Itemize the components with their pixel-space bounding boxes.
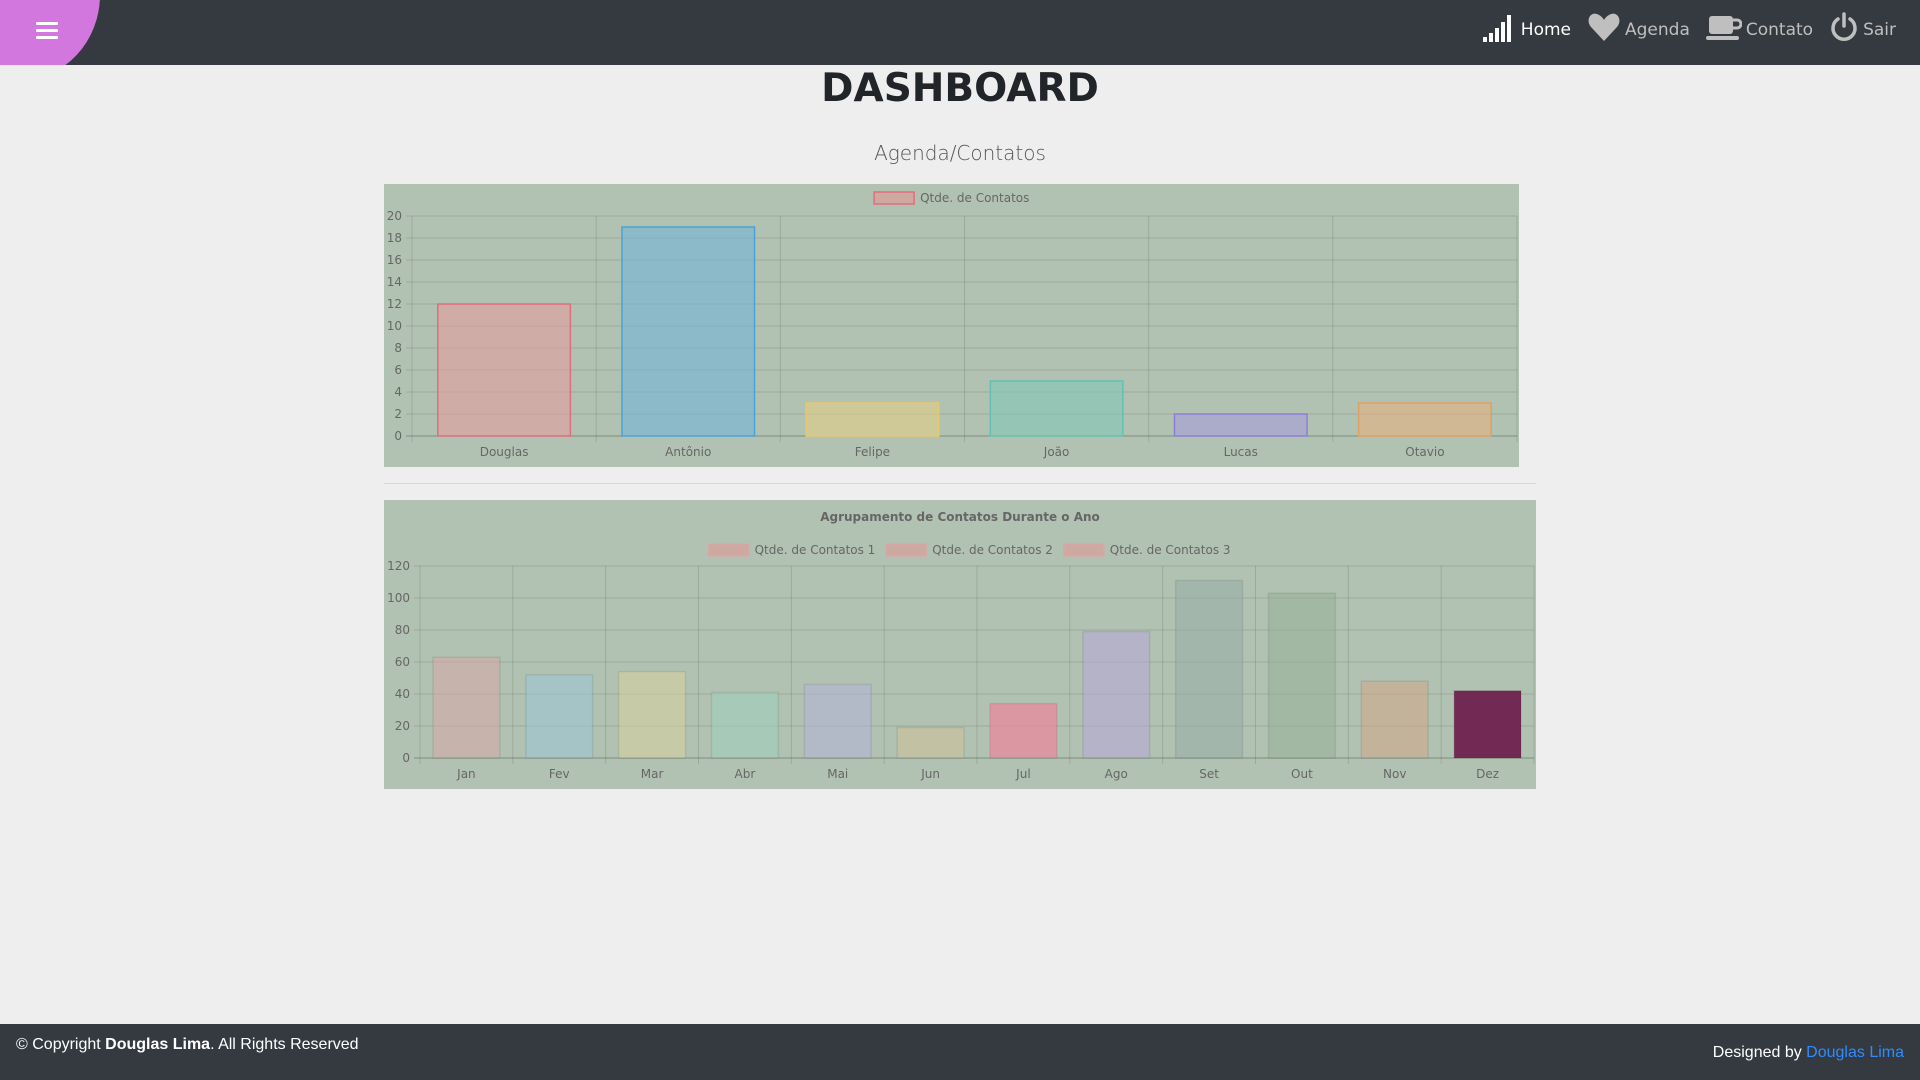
chart-title: Agrupamento de Contatos Durante o Ano [820, 510, 1100, 524]
footer: © Copyright Douglas Lima. All Rights Res… [0, 1024, 1920, 1080]
y-tick-label: 80 [395, 623, 410, 637]
footer-copyright: © Copyright Douglas Lima. All Rights Res… [16, 1036, 359, 1054]
x-tick-label: Set [1199, 767, 1219, 781]
nav-sair-label: Sair [1863, 20, 1896, 40]
y-tick-label: 4 [394, 385, 402, 399]
footer-credits: Designed by Douglas Lima [1713, 1044, 1904, 1062]
coffee-cup-icon [1705, 16, 1742, 40]
x-tick-label: João [1043, 445, 1070, 459]
legend-label: Qtde. de Contatos [920, 191, 1029, 205]
nav-home-label: Home [1520, 20, 1571, 40]
y-tick-label: 20 [387, 209, 402, 223]
nav-agenda[interactable]: Agenda [1587, 12, 1690, 42]
nav-contato[interactable]: Contato [1705, 12, 1814, 42]
contacts-per-person-chart: Qtde. de Contatos 0 2 4 6 8 10 12 14 16 18 20 Dougla… [384, 184, 1519, 467]
page-subtitle: Agenda/Contatos [874, 141, 1046, 165]
copyright-rights: . All Rights Reserved [210, 1036, 359, 1053]
y-tick-label: 40 [395, 687, 410, 701]
bar [1174, 579, 1244, 759]
x-tick-label: Dez [1476, 767, 1499, 781]
x-tick-label: Mar [641, 767, 664, 781]
bar [1173, 413, 1308, 437]
y-tick-label: 0 [394, 429, 402, 443]
hamburger-icon[interactable] [36, 22, 58, 40]
main-nav: Home Agenda Contato Sair [1482, 12, 1896, 42]
nav-home[interactable]: Home [1482, 12, 1571, 42]
x-tick-label: Jun [920, 767, 940, 781]
x-tick-label: Antônio [665, 445, 711, 459]
copyright-owner: Douglas Lima [105, 1036, 211, 1053]
bar [621, 226, 756, 437]
legend-swatch [1063, 543, 1105, 557]
copyright-prefix: © Copyright [16, 1036, 106, 1053]
legend-label: Qtde. de Contatos 3 [1110, 543, 1231, 557]
bar [805, 402, 940, 437]
nav-agenda-label: Agenda [1625, 20, 1690, 40]
x-tick-label: Out [1291, 767, 1313, 781]
y-tick-label: 18 [387, 231, 402, 245]
y-tick-label: 6 [394, 363, 402, 377]
x-tick-label: Fev [549, 767, 570, 781]
x-tick-label: Jan [456, 767, 476, 781]
y-tick-label: 100 [387, 591, 410, 605]
x-tick-label: Otavio [1405, 445, 1444, 459]
bar [437, 303, 572, 437]
top-navbar: Home Agenda Contato Sair [0, 0, 1920, 65]
y-tick-label: 2 [394, 407, 402, 421]
y-tick-label: 0 [402, 751, 410, 765]
nav-contato-label: Contato [1745, 20, 1814, 40]
bar [896, 726, 965, 759]
bar [1360, 680, 1429, 759]
y-tick-label: 120 [387, 559, 410, 573]
y-tick-label: 10 [387, 319, 402, 333]
legend-swatch [873, 191, 915, 205]
bar [710, 691, 780, 759]
bar [1267, 592, 1337, 759]
legend-swatch [707, 543, 750, 557]
bar [525, 674, 594, 759]
legend-label: Qtde. de Contatos 2 [932, 543, 1053, 557]
section-divider [384, 483, 1536, 484]
x-tick-label: Mai [827, 767, 848, 781]
designer-link[interactable]: Douglas Lima [1806, 1044, 1904, 1061]
contacts-per-month-chart: Agrupamento de Contatos Durante o Ano Qtd… [384, 500, 1536, 789]
x-tick-label: Nov [1383, 767, 1406, 781]
bar [1082, 630, 1151, 759]
heart-icon [1588, 13, 1620, 41]
x-tick-label: Douglas [480, 445, 529, 459]
page-title: DASHBOARD [821, 66, 1099, 111]
x-tick-label: Abr [735, 767, 756, 781]
y-tick-label: 60 [395, 655, 410, 669]
nav-sair[interactable]: Sair [1829, 12, 1896, 42]
y-tick-label: 14 [387, 275, 402, 289]
y-tick-label: 20 [395, 719, 410, 733]
bar [989, 702, 1058, 759]
bar [1357, 402, 1492, 437]
power-icon [1831, 12, 1857, 41]
bar [617, 670, 687, 759]
bar [1453, 690, 1522, 759]
legend-swatch [885, 543, 927, 557]
x-tick-label: Felipe [855, 445, 890, 459]
y-tick-label: 12 [387, 297, 402, 311]
x-tick-label: Lucas [1224, 445, 1258, 459]
bar [803, 683, 872, 759]
bar [432, 656, 501, 759]
y-tick-label: 8 [394, 341, 402, 355]
designed-by-label: Designed by [1712, 1044, 1807, 1061]
legend-label: Qtde. de Contatos 1 [755, 543, 876, 557]
x-tick-label: Jul [1015, 767, 1030, 781]
y-tick-label: 16 [387, 253, 402, 267]
bar [989, 380, 1124, 437]
x-tick-label: Ago [1105, 767, 1128, 781]
signal-bars-icon [1482, 15, 1511, 42]
